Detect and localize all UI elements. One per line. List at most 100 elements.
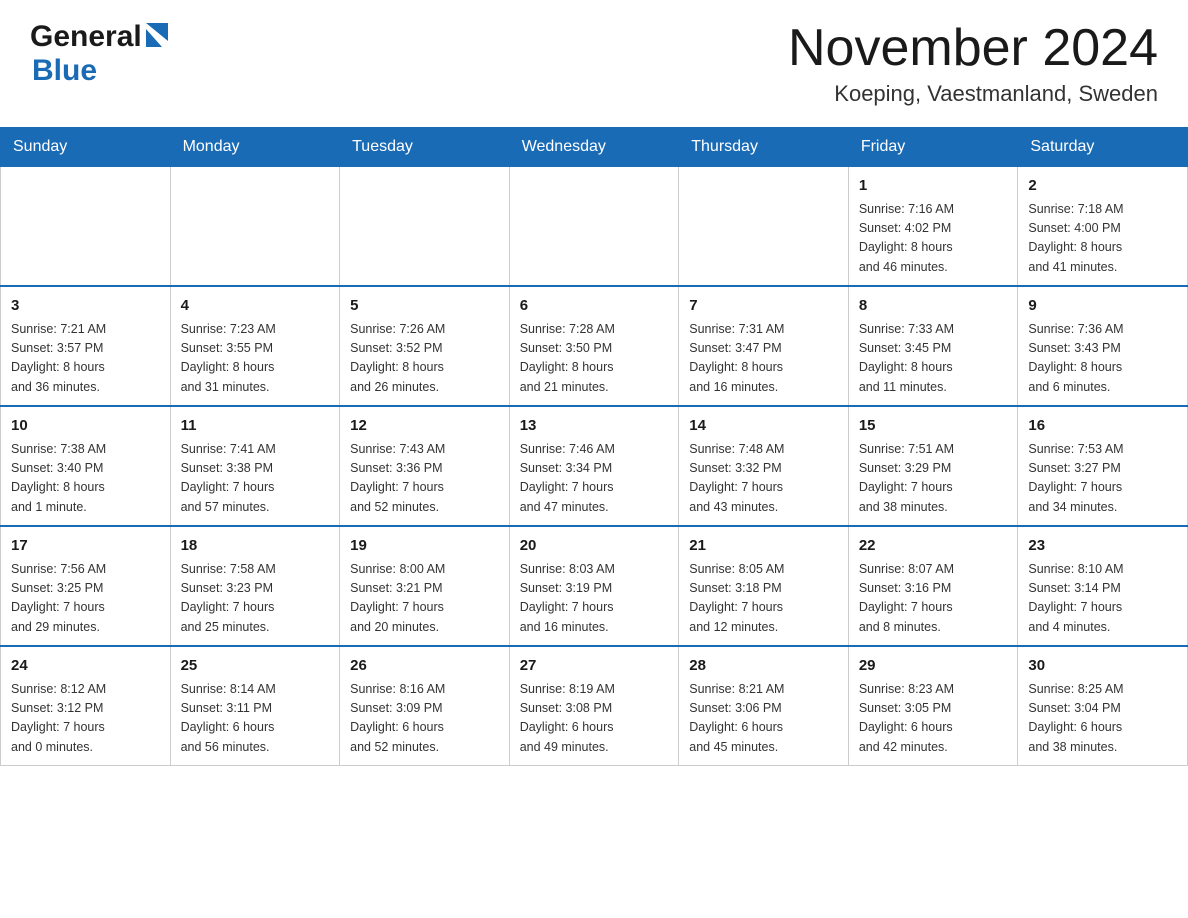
header-wednesday: Wednesday (509, 128, 679, 167)
day-info: Sunrise: 7:53 AMSunset: 3:27 PMDaylight:… (1028, 440, 1177, 518)
header-saturday: Saturday (1018, 128, 1188, 167)
day-info: Sunrise: 7:51 AMSunset: 3:29 PMDaylight:… (859, 440, 1008, 518)
table-row: 20Sunrise: 8:03 AMSunset: 3:19 PMDayligh… (509, 526, 679, 646)
day-number: 9 (1028, 295, 1177, 318)
day-number: 27 (520, 655, 669, 678)
table-row: 22Sunrise: 8:07 AMSunset: 3:16 PMDayligh… (848, 526, 1018, 646)
day-info: Sunrise: 7:18 AMSunset: 4:00 PMDaylight:… (1028, 200, 1177, 278)
day-info: Sunrise: 7:28 AMSunset: 3:50 PMDaylight:… (520, 320, 669, 398)
calendar-week-row: 3Sunrise: 7:21 AMSunset: 3:57 PMDaylight… (1, 286, 1188, 406)
table-row: 13Sunrise: 7:46 AMSunset: 3:34 PMDayligh… (509, 406, 679, 526)
day-info: Sunrise: 7:33 AMSunset: 3:45 PMDaylight:… (859, 320, 1008, 398)
day-info: Sunrise: 8:03 AMSunset: 3:19 PMDaylight:… (520, 560, 669, 638)
day-info: Sunrise: 7:56 AMSunset: 3:25 PMDaylight:… (11, 560, 160, 638)
table-row: 28Sunrise: 8:21 AMSunset: 3:06 PMDayligh… (679, 646, 849, 766)
table-row (170, 167, 340, 287)
table-row: 8Sunrise: 7:33 AMSunset: 3:45 PMDaylight… (848, 286, 1018, 406)
day-info: Sunrise: 8:05 AMSunset: 3:18 PMDaylight:… (689, 560, 838, 638)
day-number: 2 (1028, 175, 1177, 198)
day-number: 15 (859, 415, 1008, 438)
calendar-week-row: 1Sunrise: 7:16 AMSunset: 4:02 PMDaylight… (1, 167, 1188, 287)
day-info: Sunrise: 7:43 AMSunset: 3:36 PMDaylight:… (350, 440, 499, 518)
day-info: Sunrise: 7:16 AMSunset: 4:02 PMDaylight:… (859, 200, 1008, 278)
day-number: 10 (11, 415, 160, 438)
day-info: Sunrise: 8:07 AMSunset: 3:16 PMDaylight:… (859, 560, 1008, 638)
day-number: 7 (689, 295, 838, 318)
table-row: 11Sunrise: 7:41 AMSunset: 3:38 PMDayligh… (170, 406, 340, 526)
day-info: Sunrise: 8:16 AMSunset: 3:09 PMDaylight:… (350, 680, 499, 758)
table-row: 3Sunrise: 7:21 AMSunset: 3:57 PMDaylight… (1, 286, 171, 406)
day-number: 28 (689, 655, 838, 678)
day-number: 25 (181, 655, 330, 678)
day-info: Sunrise: 8:14 AMSunset: 3:11 PMDaylight:… (181, 680, 330, 758)
day-number: 26 (350, 655, 499, 678)
day-number: 24 (11, 655, 160, 678)
table-row: 12Sunrise: 7:43 AMSunset: 3:36 PMDayligh… (340, 406, 510, 526)
table-row: 21Sunrise: 8:05 AMSunset: 3:18 PMDayligh… (679, 526, 849, 646)
day-number: 14 (689, 415, 838, 438)
day-number: 30 (1028, 655, 1177, 678)
calendar-week-row: 17Sunrise: 7:56 AMSunset: 3:25 PMDayligh… (1, 526, 1188, 646)
header-tuesday: Tuesday (340, 128, 510, 167)
day-info: Sunrise: 7:58 AMSunset: 3:23 PMDaylight:… (181, 560, 330, 638)
day-number: 6 (520, 295, 669, 318)
table-row: 24Sunrise: 8:12 AMSunset: 3:12 PMDayligh… (1, 646, 171, 766)
day-number: 29 (859, 655, 1008, 678)
table-row: 19Sunrise: 8:00 AMSunset: 3:21 PMDayligh… (340, 526, 510, 646)
day-number: 20 (520, 535, 669, 558)
day-number: 13 (520, 415, 669, 438)
day-number: 11 (181, 415, 330, 438)
day-info: Sunrise: 7:46 AMSunset: 3:34 PMDaylight:… (520, 440, 669, 518)
table-row (1, 167, 171, 287)
table-row: 29Sunrise: 8:23 AMSunset: 3:05 PMDayligh… (848, 646, 1018, 766)
table-row: 1Sunrise: 7:16 AMSunset: 4:02 PMDaylight… (848, 167, 1018, 287)
day-info: Sunrise: 7:26 AMSunset: 3:52 PMDaylight:… (350, 320, 499, 398)
location-title: Koeping, Vaestmanland, Sweden (788, 81, 1158, 107)
day-number: 8 (859, 295, 1008, 318)
logo: General Blue (30, 20, 168, 88)
page-header: General Blue November 2024 Koeping, Vaes… (0, 0, 1188, 117)
table-row: 14Sunrise: 7:48 AMSunset: 3:32 PMDayligh… (679, 406, 849, 526)
day-info: Sunrise: 8:19 AMSunset: 3:08 PMDaylight:… (520, 680, 669, 758)
table-row: 10Sunrise: 7:38 AMSunset: 3:40 PMDayligh… (1, 406, 171, 526)
header-thursday: Thursday (679, 128, 849, 167)
table-row: 18Sunrise: 7:58 AMSunset: 3:23 PMDayligh… (170, 526, 340, 646)
table-row: 30Sunrise: 8:25 AMSunset: 3:04 PMDayligh… (1018, 646, 1188, 766)
header-monday: Monday (170, 128, 340, 167)
month-title: November 2024 (788, 20, 1158, 77)
day-info: Sunrise: 8:00 AMSunset: 3:21 PMDaylight:… (350, 560, 499, 638)
logo-triangle-icon (146, 23, 168, 52)
day-info: Sunrise: 7:38 AMSunset: 3:40 PMDaylight:… (11, 440, 160, 518)
table-row: 15Sunrise: 7:51 AMSunset: 3:29 PMDayligh… (848, 406, 1018, 526)
day-info: Sunrise: 7:41 AMSunset: 3:38 PMDaylight:… (181, 440, 330, 518)
logo-blue: Blue (32, 54, 97, 87)
day-number: 12 (350, 415, 499, 438)
day-number: 16 (1028, 415, 1177, 438)
table-row: 2Sunrise: 7:18 AMSunset: 4:00 PMDaylight… (1018, 167, 1188, 287)
day-info: Sunrise: 7:23 AMSunset: 3:55 PMDaylight:… (181, 320, 330, 398)
calendar-table: Sunday Monday Tuesday Wednesday Thursday… (0, 127, 1188, 766)
day-number: 21 (689, 535, 838, 558)
table-row: 27Sunrise: 8:19 AMSunset: 3:08 PMDayligh… (509, 646, 679, 766)
table-row: 4Sunrise: 7:23 AMSunset: 3:55 PMDaylight… (170, 286, 340, 406)
day-info: Sunrise: 8:10 AMSunset: 3:14 PMDaylight:… (1028, 560, 1177, 638)
day-number: 5 (350, 295, 499, 318)
day-info: Sunrise: 8:25 AMSunset: 3:04 PMDaylight:… (1028, 680, 1177, 758)
day-number: 17 (11, 535, 160, 558)
header-sunday: Sunday (1, 128, 171, 167)
day-info: Sunrise: 8:12 AMSunset: 3:12 PMDaylight:… (11, 680, 160, 758)
day-number: 1 (859, 175, 1008, 198)
day-number: 18 (181, 535, 330, 558)
logo-general: General (30, 20, 142, 54)
day-number: 3 (11, 295, 160, 318)
table-row (679, 167, 849, 287)
table-row: 7Sunrise: 7:31 AMSunset: 3:47 PMDaylight… (679, 286, 849, 406)
table-row: 9Sunrise: 7:36 AMSunset: 3:43 PMDaylight… (1018, 286, 1188, 406)
table-row: 16Sunrise: 7:53 AMSunset: 3:27 PMDayligh… (1018, 406, 1188, 526)
calendar-header-row: Sunday Monday Tuesday Wednesday Thursday… (1, 128, 1188, 167)
calendar-week-row: 10Sunrise: 7:38 AMSunset: 3:40 PMDayligh… (1, 406, 1188, 526)
day-info: Sunrise: 7:31 AMSunset: 3:47 PMDaylight:… (689, 320, 838, 398)
day-info: Sunrise: 7:21 AMSunset: 3:57 PMDaylight:… (11, 320, 160, 398)
table-row: 26Sunrise: 8:16 AMSunset: 3:09 PMDayligh… (340, 646, 510, 766)
table-row: 23Sunrise: 8:10 AMSunset: 3:14 PMDayligh… (1018, 526, 1188, 646)
